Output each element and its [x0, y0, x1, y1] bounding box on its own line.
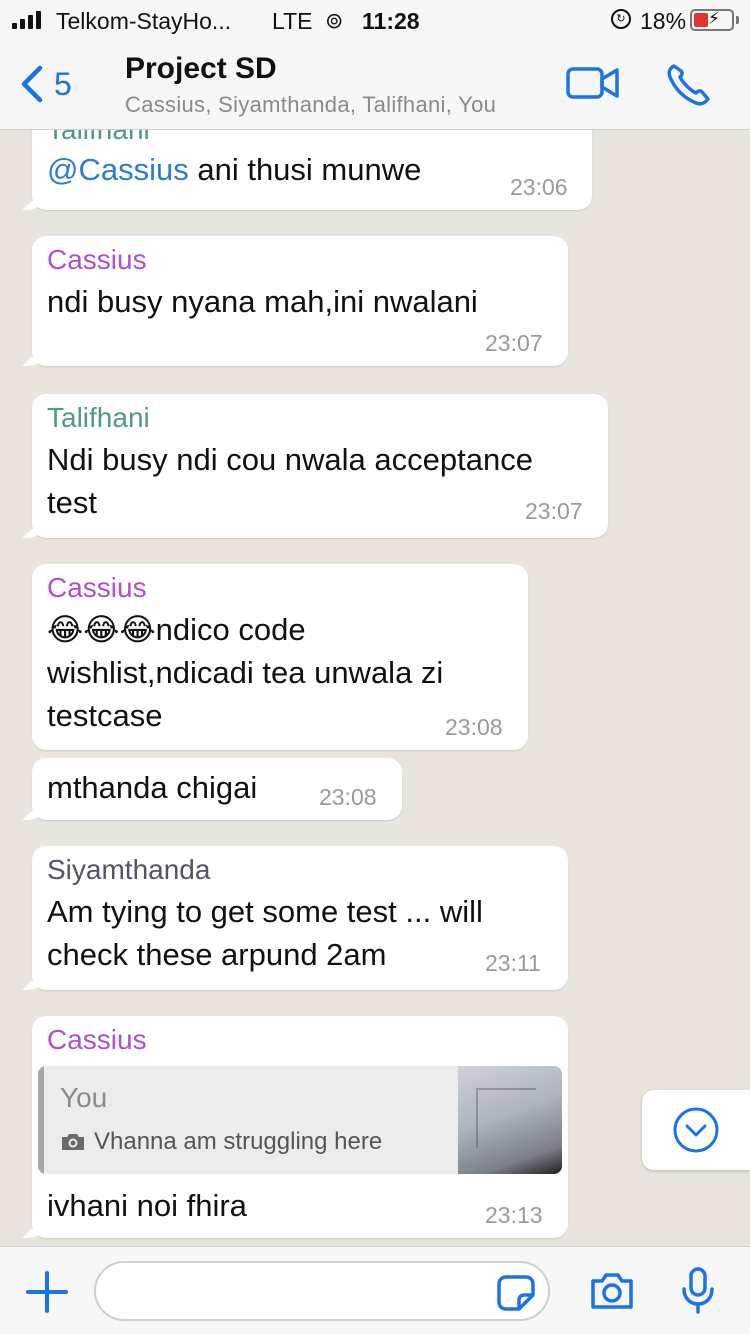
sender-name: Talifhani	[47, 402, 150, 433]
sender-name: Cassius	[47, 572, 147, 603]
sticker-icon	[497, 1275, 535, 1311]
message-text: mthanda chigai	[47, 770, 258, 805]
message-time: 23:13	[485, 1202, 543, 1228]
message-input[interactable]	[94, 1261, 550, 1321]
sender-name: Cassius	[47, 244, 147, 275]
sender-name: Talifhani	[47, 130, 150, 146]
message-list[interactable]: Talifhani @Cassius ani thusi munwe 23:06…	[0, 130, 750, 1246]
message-text-line: Ndi busy ndi cou nwala acceptance	[47, 442, 533, 477]
quoted-image-thumbnail	[458, 1066, 562, 1174]
message-bubble[interactable]: Cassius ndi busy nyana mah,ini nwalani 2…	[32, 236, 568, 366]
photo-icon	[62, 1134, 84, 1150]
message-text-line: check these arpund 2am	[47, 937, 387, 972]
message-time: 23:07	[525, 498, 583, 524]
message-time: 23:07	[485, 330, 543, 356]
message-text-line: 😂😂😂ndico code	[47, 608, 306, 651]
message-text: ndi busy nyana mah,ini nwalani	[47, 284, 478, 319]
phone-icon	[667, 64, 710, 106]
message-bubble[interactable]: Siyamthanda Am tying to get some test ..…	[32, 846, 568, 990]
status-bar: Telkom-StayHo... LTE ⊚ 11:28 ↻ 18% ⚡	[0, 0, 750, 40]
network-type: LTE	[272, 8, 313, 34]
carrier-name: Telkom-StayHo...	[56, 8, 232, 34]
message-text-rest: ndico code	[155, 612, 306, 647]
quoted-sender: You	[60, 1082, 108, 1113]
camera-button[interactable]	[589, 1271, 635, 1316]
plus-icon	[26, 1271, 68, 1313]
chat-title[interactable]: Project SD	[125, 52, 277, 86]
quoted-message[interactable]: You Vhanna am struggling here	[38, 1066, 562, 1174]
microphone-icon	[682, 1267, 714, 1314]
message-text-line: Am tying to get some test ... will	[47, 894, 483, 929]
composer-bar	[0, 1246, 750, 1334]
quoted-text-label: Vhanna am struggling here	[94, 1128, 383, 1155]
battery-icon: ⚡	[690, 9, 734, 31]
rotation-lock-icon: ↻	[611, 9, 631, 29]
battery-percent: 18%	[640, 8, 687, 34]
message-time: 23:08	[319, 784, 377, 810]
sender-name: Cassius	[47, 1024, 147, 1055]
sender-name: Siyamthanda	[47, 854, 211, 885]
back-button[interactable]: 5	[14, 60, 94, 108]
battery-cap	[736, 16, 739, 24]
message-bubble[interactable]: Talifhani @Cassius ani thusi munwe 23:06	[32, 130, 592, 210]
message-text-line: wishlist,ndicadi tea unwala zi	[47, 655, 444, 690]
quoted-text: Vhanna am struggling here	[60, 1128, 382, 1156]
emoji: 😂😂😂	[47, 612, 156, 647]
link-icon: ⊚	[325, 8, 344, 33]
signal-icon	[12, 11, 41, 29]
back-chevron-icon	[21, 65, 43, 103]
message-bubble[interactable]: mthanda chigai 23:08	[32, 758, 402, 820]
chevron-down-circle-icon	[673, 1107, 719, 1153]
message-text: @Cassius ani thusi munwe	[47, 148, 421, 191]
message-bubble[interactable]: Cassius 😂😂😂ndico code wishlist,ndicadi t…	[32, 564, 528, 750]
message-bubble[interactable]: Talifhani Ndi busy ndi cou nwala accepta…	[32, 394, 608, 538]
message-time: 23:06	[510, 174, 568, 200]
voice-call-button[interactable]	[666, 62, 712, 111]
chat-header: 5 Project SD Cassius, Siyamthanda, Talif…	[0, 40, 750, 130]
sticker-button[interactable]	[497, 1275, 535, 1316]
voice-message-button[interactable]	[680, 1267, 716, 1320]
unread-count: 5	[54, 66, 72, 102]
message-bubble[interactable]: Cassius You Vhanna am struggling here iv…	[32, 1016, 568, 1238]
message-text-line: testcase	[47, 698, 163, 733]
clock: 11:28	[362, 8, 420, 34]
message-text: ivhani noi fhira	[47, 1188, 247, 1223]
message-time: 23:11	[485, 950, 541, 976]
message-text-rest: ani thusi munwe	[188, 152, 422, 187]
quote-bar	[38, 1066, 44, 1174]
video-camera-icon	[566, 67, 619, 99]
message-text-line: test	[47, 485, 97, 520]
message-time: 23:08	[445, 714, 503, 740]
video-call-button[interactable]	[566, 64, 620, 107]
mention-link[interactable]: @Cassius	[47, 152, 189, 187]
camera-icon	[591, 1273, 633, 1309]
chat-participants[interactable]: Cassius, Siyamthanda, Talifhani, You	[125, 92, 496, 118]
scroll-to-bottom-button[interactable]	[642, 1090, 750, 1170]
attach-button[interactable]	[26, 1271, 68, 1318]
